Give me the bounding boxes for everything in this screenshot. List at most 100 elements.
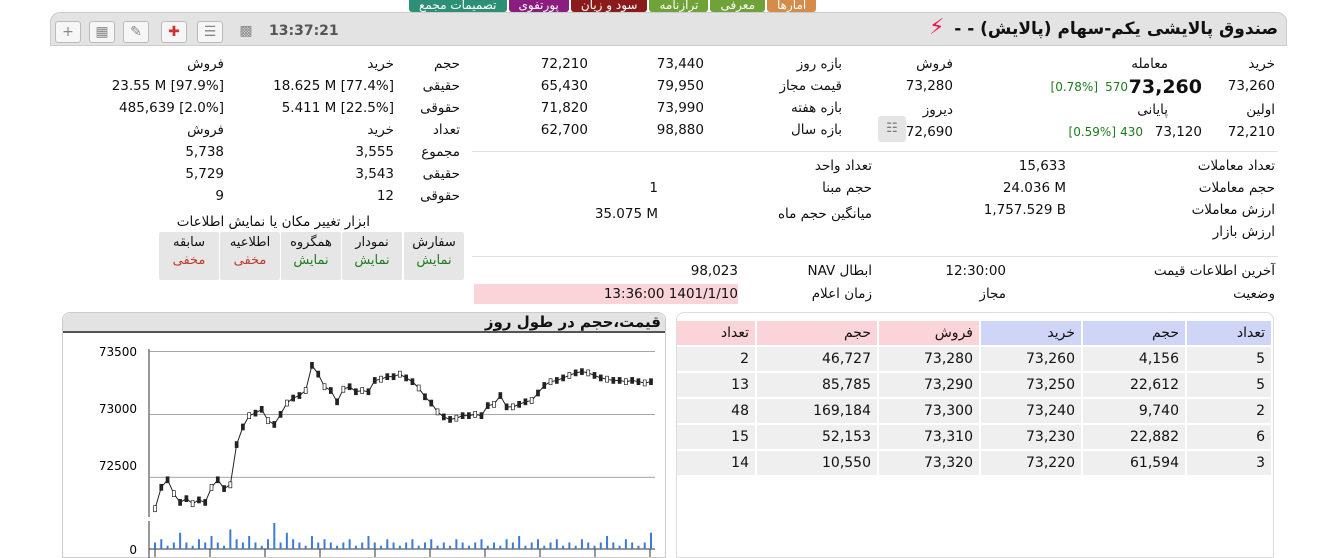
- price-candle: [222, 485, 226, 492]
- price-candle: [247, 412, 252, 420]
- tab-profit-loss[interactable]: سود و زیان: [570, 0, 648, 12]
- volume-bar: [204, 542, 207, 549]
- toggle-order-button[interactable]: سفارش نمایش: [404, 232, 464, 280]
- total-label: مجموع: [421, 144, 460, 160]
- price-candle: [554, 377, 559, 384]
- volume-bar: [317, 542, 320, 549]
- price-candle: [297, 392, 302, 399]
- volume-bar: [179, 532, 182, 549]
- tab-balance[interactable]: ترازنامه: [649, 0, 709, 12]
- month-avg-label: میانگین حجم ماه: [777, 206, 872, 222]
- volume-bar: [436, 545, 439, 549]
- volume-bar: [593, 545, 596, 549]
- yesterday-value: 72,690: [905, 124, 953, 140]
- volume-bar: [323, 539, 326, 549]
- volume-bar: [267, 539, 270, 549]
- ob-header-sell-price: فروش: [879, 321, 981, 345]
- volume-bar: [154, 542, 156, 549]
- list-icon[interactable]: ☰: [197, 21, 223, 43]
- tools-title: ابزار تغییر مکان یا نمایش اطلاعات: [176, 214, 370, 230]
- volume-bar: [530, 542, 533, 549]
- client-count-header: تعداد: [432, 122, 460, 138]
- toggle-notice-label: اطلاعیه: [229, 235, 271, 250]
- ob-cell-buy-count: 2: [1187, 399, 1273, 423]
- trades-value-value: 1,757.529 B: [983, 202, 1066, 218]
- last-pct: [0.59%]: [1068, 125, 1116, 139]
- price-candle: [372, 377, 377, 384]
- toggle-notice-button[interactable]: اطلاعیه مخفی: [220, 232, 280, 280]
- volume-bar: [310, 536, 313, 549]
- trade-label: معامله: [1131, 56, 1168, 72]
- volume-bar: [191, 545, 194, 549]
- price-candle: [360, 387, 365, 394]
- real-count-sell: 5,729: [185, 166, 224, 182]
- price-candle: [197, 496, 201, 504]
- chart-tool-icon[interactable]: ✚: [161, 21, 187, 43]
- ob-cell-sell-price: 73,290: [879, 373, 981, 397]
- equalizer-icon[interactable]: ☷: [878, 116, 906, 142]
- bar-chart-icon[interactable]: ▩: [233, 21, 259, 43]
- ob-cell-sell-count: 48: [677, 399, 757, 423]
- tab-assembly[interactable]: تصمیمات مجمع: [409, 0, 507, 12]
- price-candle: [624, 378, 628, 386]
- price-candle: [467, 412, 471, 420]
- price-candle: [153, 505, 157, 513]
- price-tick-label: 72500: [99, 459, 137, 473]
- price-panel: خرید 73,260 معامله 73,260 570 [0.78%] فر…: [878, 52, 1278, 146]
- price-tick-label: 73000: [99, 402, 137, 416]
- ob-header-sell-volume: حجم: [757, 321, 879, 345]
- tab-intro[interactable]: معرفی: [710, 0, 766, 12]
- trade-pct: [0.78%]: [1050, 80, 1098, 94]
- sell-value: 73,280: [905, 78, 953, 94]
- volume-bar: [273, 523, 276, 549]
- volume-bar: [631, 542, 634, 549]
- day-range-low: 72,210: [540, 56, 588, 72]
- day-range-high: 73,440: [656, 56, 704, 72]
- toggle-chart-label: نمودار: [355, 235, 389, 250]
- order-book-row: 14 10,550 73,320 73,220 61,594 3: [677, 451, 1273, 475]
- add-icon[interactable]: +: [55, 21, 81, 43]
- price-candle: [385, 373, 390, 381]
- status-label: وضعیت: [1233, 286, 1275, 302]
- volume-bar: [223, 545, 226, 549]
- ob-header-buy-count: تعداد: [1187, 321, 1273, 345]
- price-candle: [190, 500, 195, 508]
- legal-buy: 5.411 M [22.5%]: [281, 100, 394, 116]
- volume-tick-label: 0: [129, 543, 137, 557]
- trades-volume-value: 24.036 M: [1002, 180, 1066, 196]
- order-book-row: 13 85,785 73,290 73,250 22,612 5: [677, 373, 1273, 397]
- price-candle: [498, 392, 503, 399]
- client-buy-header: خرید: [367, 56, 394, 72]
- volume-bar: [292, 539, 295, 549]
- volume-bar: [398, 545, 401, 549]
- tab-portfolio[interactable]: پورتفوی: [508, 0, 569, 12]
- real-count-buy: 3,543: [355, 166, 394, 182]
- price-candle: [454, 414, 459, 422]
- toggle-group-label: همگروه: [290, 235, 332, 250]
- toggle-group-button[interactable]: همگروه نمایش: [281, 232, 341, 280]
- toggle-chart-button[interactable]: نمودار نمایش: [342, 232, 402, 280]
- ob-cell-sell-count: 2: [677, 347, 757, 371]
- document-icon[interactable]: ▦: [89, 21, 115, 43]
- volume-bar: [562, 545, 565, 549]
- price-candle: [517, 400, 522, 408]
- edit-icon[interactable]: ✎: [123, 21, 149, 43]
- ob-cell-buy-price: 73,250: [981, 373, 1083, 397]
- legal-count-sell: 9: [215, 188, 224, 204]
- client-sell-header-2: فروش: [187, 122, 224, 138]
- year-range-low: 62,700: [540, 122, 588, 138]
- volume-bar: [216, 542, 219, 549]
- volume-bar: [449, 545, 452, 549]
- volume-bar: [637, 545, 640, 549]
- volume-bar: [329, 542, 332, 549]
- volume-bar: [587, 542, 590, 549]
- toggle-history-button[interactable]: سابقه مخفی: [159, 232, 219, 280]
- real-label: حقیقی: [422, 78, 460, 94]
- volume-bar: [197, 539, 200, 549]
- ob-cell-buy-volume: 4,156: [1083, 347, 1187, 371]
- volume-bar: [505, 539, 508, 549]
- price-candle: [548, 378, 553, 386]
- volume-bar: [599, 542, 602, 549]
- tab-stats[interactable]: آمارها: [767, 0, 817, 12]
- legal-count-buy: 12: [376, 188, 394, 204]
